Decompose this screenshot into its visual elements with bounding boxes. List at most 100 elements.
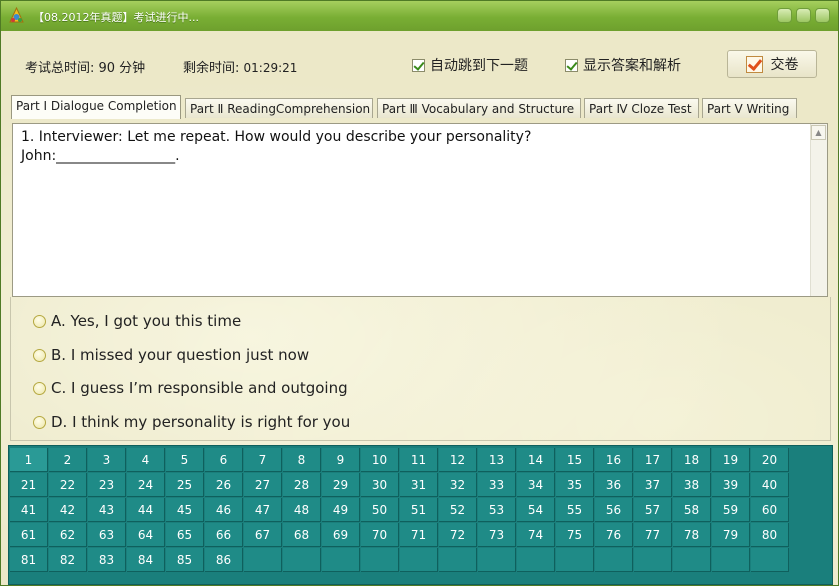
question-number-cell[interactable]: 65	[166, 523, 204, 547]
question-number-cell[interactable]: 68	[283, 523, 321, 547]
question-number-cell[interactable]: 76	[595, 523, 633, 547]
answer-option-c[interactable]: C. I guess I’m responsible and outgoing	[33, 379, 348, 397]
question-number-cell[interactable]: 18	[673, 448, 711, 472]
tab-cloze-test[interactable]: Part Ⅳ Cloze Test	[584, 98, 699, 118]
question-scrollbar[interactable]: ▲	[810, 124, 827, 296]
question-number-cell[interactable]: 54	[517, 498, 555, 522]
question-number-cell[interactable]: 71	[400, 523, 438, 547]
question-number-cell[interactable]: 74	[517, 523, 555, 547]
question-number-cell[interactable]: 53	[478, 498, 516, 522]
question-number-cell[interactable]: 16	[595, 448, 633, 472]
question-number-cell[interactable]: 83	[88, 548, 126, 572]
question-number-cell[interactable]: 84	[127, 548, 165, 572]
question-number-cell[interactable]: 2	[49, 448, 87, 472]
tab-writing[interactable]: Part Ⅴ Writing	[702, 98, 797, 118]
question-number-cell[interactable]: 73	[478, 523, 516, 547]
question-number-cell[interactable]: 35	[556, 473, 594, 497]
radio-button-icon[interactable]	[33, 348, 46, 362]
question-number-cell[interactable]: 41	[10, 498, 48, 522]
question-number-cell[interactable]: 17	[634, 448, 672, 472]
question-number-cell[interactable]: 31	[400, 473, 438, 497]
question-number-cell[interactable]: 77	[634, 523, 672, 547]
question-number-cell[interactable]: 29	[322, 473, 360, 497]
question-number-cell[interactable]: 19	[712, 448, 750, 472]
question-number-cell[interactable]: 32	[439, 473, 477, 497]
question-number-cell[interactable]: 69	[322, 523, 360, 547]
question-number-cell[interactable]: 38	[673, 473, 711, 497]
question-number-cell[interactable]: 79	[712, 523, 750, 547]
question-number-cell[interactable]: 59	[712, 498, 750, 522]
question-number-cell[interactable]: 67	[244, 523, 282, 547]
question-number-cell[interactable]: 22	[49, 473, 87, 497]
checkbox-checked-icon[interactable]	[412, 58, 425, 72]
question-number-cell[interactable]: 42	[49, 498, 87, 522]
question-number-cell[interactable]: 70	[361, 523, 399, 547]
question-number-cell[interactable]: 9	[322, 448, 360, 472]
show-answers-checkbox[interactable]: 显示答案和解析	[565, 55, 681, 75]
question-number-cell[interactable]: 62	[49, 523, 87, 547]
question-number-cell[interactable]: 23	[88, 473, 126, 497]
question-number-cell[interactable]: 12	[439, 448, 477, 472]
tab-vocabulary-structure[interactable]: Part Ⅲ Vocabulary and Structure	[377, 98, 581, 118]
question-number-cell[interactable]: 60	[751, 498, 789, 522]
question-number-cell[interactable]: 7	[244, 448, 282, 472]
question-number-cell[interactable]: 57	[634, 498, 672, 522]
answer-option-b[interactable]: B. I missed your question just now	[33, 346, 309, 364]
maximize-button[interactable]	[796, 8, 811, 23]
question-number-cell[interactable]: 40	[751, 473, 789, 497]
radio-button-icon[interactable]	[33, 314, 46, 328]
question-number-cell[interactable]: 13	[478, 448, 516, 472]
question-number-cell[interactable]: 72	[439, 523, 477, 547]
question-number-cell[interactable]: 48	[283, 498, 321, 522]
question-number-cell[interactable]: 3	[88, 448, 126, 472]
radio-button-icon[interactable]	[33, 381, 46, 395]
question-number-cell[interactable]: 58	[673, 498, 711, 522]
question-number-cell[interactable]: 36	[595, 473, 633, 497]
question-number-cell[interactable]: 37	[634, 473, 672, 497]
question-number-cell[interactable]: 61	[10, 523, 48, 547]
question-number-cell[interactable]: 82	[49, 548, 87, 572]
question-number-cell[interactable]: 15	[556, 448, 594, 472]
question-number-cell[interactable]: 5	[166, 448, 204, 472]
question-number-cell[interactable]: 66	[205, 523, 243, 547]
question-number-cell[interactable]: 43	[88, 498, 126, 522]
close-button[interactable]	[815, 8, 830, 23]
question-number-cell[interactable]: 11	[400, 448, 438, 472]
question-number-cell[interactable]: 10	[361, 448, 399, 472]
scroll-up-arrow-icon[interactable]: ▲	[811, 125, 826, 140]
question-number-cell[interactable]: 1	[10, 448, 48, 472]
question-number-cell[interactable]: 26	[205, 473, 243, 497]
question-number-cell[interactable]: 33	[478, 473, 516, 497]
question-number-cell[interactable]: 21	[10, 473, 48, 497]
minimize-button[interactable]	[777, 8, 792, 23]
question-number-cell[interactable]: 55	[556, 498, 594, 522]
question-number-cell[interactable]: 25	[166, 473, 204, 497]
checkbox-checked-icon[interactable]	[565, 58, 578, 72]
question-number-cell[interactable]: 78	[673, 523, 711, 547]
question-number-cell[interactable]: 81	[10, 548, 48, 572]
question-number-cell[interactable]: 20	[751, 448, 789, 472]
question-number-cell[interactable]: 56	[595, 498, 633, 522]
question-number-cell[interactable]: 4	[127, 448, 165, 472]
question-number-cell[interactable]: 6	[205, 448, 243, 472]
question-number-cell[interactable]: 64	[127, 523, 165, 547]
question-number-cell[interactable]: 46	[205, 498, 243, 522]
title-bar[interactable]: 【08.2012年真题】考试进行中...	[1, 1, 838, 31]
question-number-cell[interactable]: 49	[322, 498, 360, 522]
question-number-cell[interactable]: 52	[439, 498, 477, 522]
question-number-cell[interactable]: 28	[283, 473, 321, 497]
question-number-cell[interactable]: 30	[361, 473, 399, 497]
question-number-cell[interactable]: 34	[517, 473, 555, 497]
question-number-cell[interactable]: 86	[205, 548, 243, 572]
tab-reading-comprehension[interactable]: Part Ⅱ ReadingComprehension	[185, 98, 373, 118]
tab-dialogue-completion[interactable]: Part Ⅰ Dialogue Completion	[11, 95, 181, 119]
question-number-cell[interactable]: 47	[244, 498, 282, 522]
question-number-cell[interactable]: 85	[166, 548, 204, 572]
question-number-cell[interactable]: 27	[244, 473, 282, 497]
answer-option-a[interactable]: A. Yes, I got you this time	[33, 312, 241, 330]
answer-option-d[interactable]: D. I think my personality is right for y…	[33, 413, 350, 431]
question-number-cell[interactable]: 80	[751, 523, 789, 547]
question-number-cell[interactable]: 14	[517, 448, 555, 472]
question-number-cell[interactable]: 24	[127, 473, 165, 497]
question-number-cell[interactable]: 45	[166, 498, 204, 522]
